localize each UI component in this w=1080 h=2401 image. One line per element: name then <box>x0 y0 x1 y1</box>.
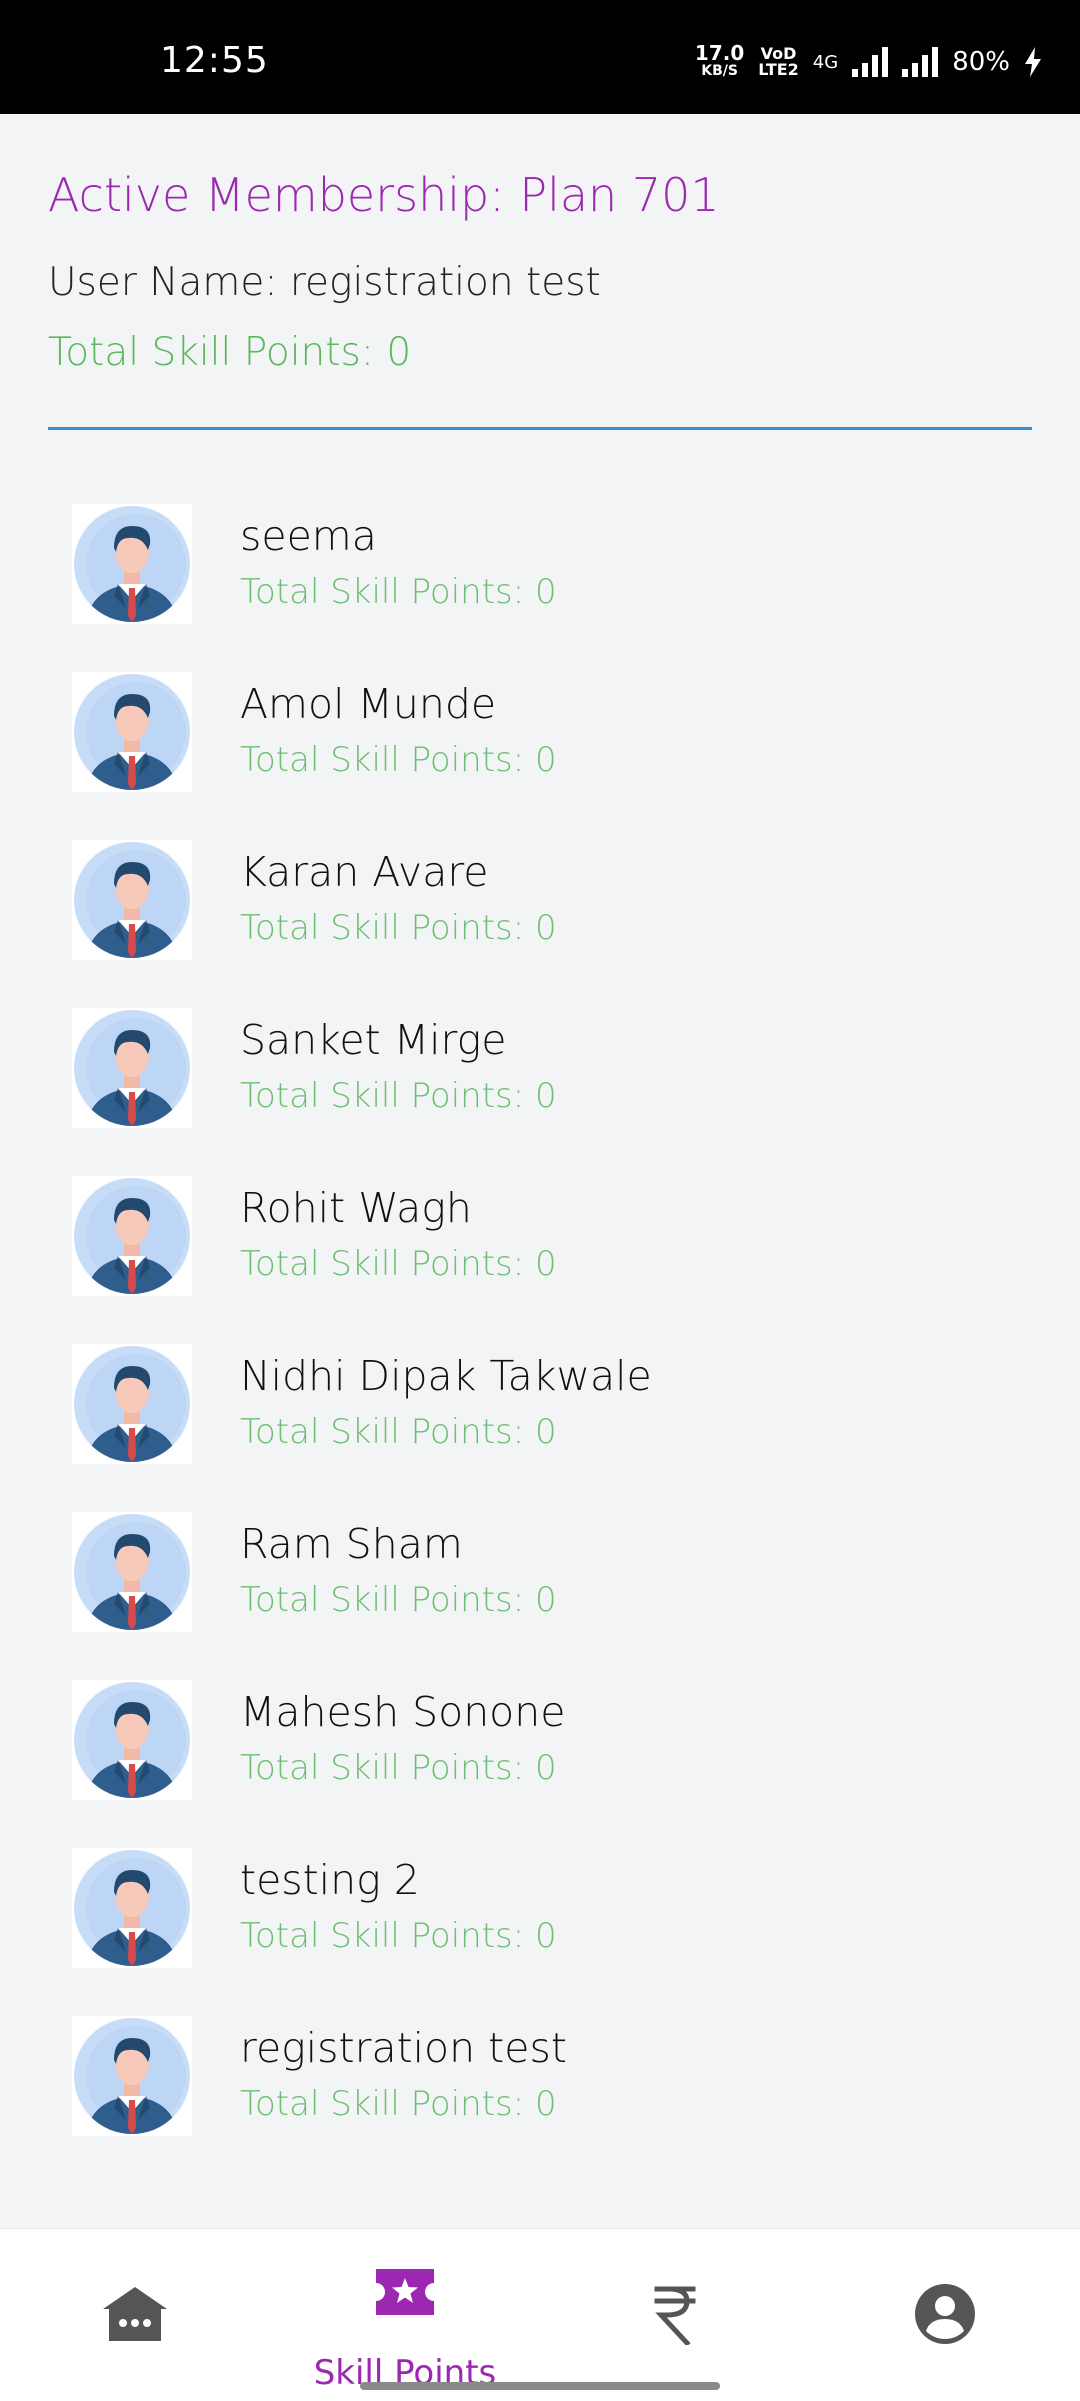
avatar <box>72 1008 192 1128</box>
member-skill-points: Total Skill Points: 0 <box>240 1412 557 1452</box>
status-icons: 17.0 KB/S VoD LTE2 4G 80% <box>694 41 1042 80</box>
member-skill-points: Total Skill Points: 0 <box>240 2084 557 2124</box>
member-skill-points: Total Skill Points: 0 <box>240 1748 557 1788</box>
signal-icon <box>852 47 889 77</box>
rupee-icon <box>654 2286 696 2345</box>
member-name: Karan Avare <box>240 848 489 896</box>
member-skill-points: Total Skill Points: 0 <box>240 1244 557 1284</box>
list-item[interactable]: Nidhi Dipak Takwale Total Skill Points: 0 <box>0 1332 1080 1500</box>
avatar <box>72 672 192 792</box>
list-item[interactable]: Amol Munde Total Skill Points: 0 <box>0 660 1080 828</box>
battery-level: 80% <box>952 47 1010 77</box>
total-skill-points: Total Skill Points: 0 <box>48 330 412 375</box>
user-name: User Name: registration test <box>48 260 601 305</box>
avatar <box>72 1344 192 1464</box>
member-name: Mahesh Sonone <box>240 1688 566 1736</box>
member-name: Sanket Mirge <box>240 1016 507 1064</box>
member-skill-points: Total Skill Points: 0 <box>240 1916 557 1956</box>
member-name: Amol Munde <box>240 680 497 728</box>
nav-profile[interactable] <box>810 2229 1080 2401</box>
avatar <box>72 1512 192 1632</box>
bottom-navigation: Skill Points <box>0 2228 1080 2401</box>
member-skill-points: Total Skill Points: 0 <box>240 572 557 612</box>
divider <box>48 427 1032 430</box>
list-item[interactable]: Karan Avare Total Skill Points: 0 <box>0 828 1080 996</box>
star-ticket-icon <box>376 2269 434 2315</box>
volte-bottom: LTE2 <box>758 60 799 79</box>
member-skill-points: Total Skill Points: 0 <box>240 740 557 780</box>
list-item[interactable]: seema Total Skill Points: 0 <box>0 492 1080 660</box>
member-name: seema <box>240 512 377 560</box>
nav-home[interactable] <box>0 2229 270 2401</box>
member-list: seema Total Skill Points: 0 Amol Munde Tot… <box>0 492 1080 2172</box>
list-item[interactable]: registration test Total Skill Points: 0 <box>0 2004 1080 2172</box>
status-bar: 12:55 17.0 KB/S VoD LTE2 4G 80% <box>0 0 1080 114</box>
avatar <box>72 1848 192 1968</box>
member-name: registration test <box>240 2024 567 2072</box>
volte-indicator: VoD LTE2 <box>758 46 799 78</box>
list-item[interactable]: testing 2 Total Skill Points: 0 <box>0 1836 1080 2004</box>
net-speed-value: 17.0 <box>694 41 745 65</box>
avatar <box>72 2016 192 2136</box>
avatar <box>72 504 192 624</box>
nav-payments[interactable] <box>540 2229 810 2401</box>
list-item[interactable]: Ram Sham Total Skill Points: 0 <box>0 1500 1080 1668</box>
list-item[interactable]: Mahesh Sonone Total Skill Points: 0 <box>0 1668 1080 1836</box>
member-skill-points: Total Skill Points: 0 <box>240 1076 557 1116</box>
net-type: 4G <box>812 51 839 73</box>
member-name: Rohit Wagh <box>240 1184 472 1232</box>
signal-icon-2 <box>902 47 939 77</box>
avatar <box>72 840 192 960</box>
list-item[interactable]: Sanket Mirge Total Skill Points: 0 <box>0 996 1080 1164</box>
net-speed: 17.0 KB/S <box>694 41 745 80</box>
net-speed-unit: KB/S <box>701 63 738 79</box>
gesture-home-bar[interactable] <box>360 2382 720 2390</box>
membership-title: Active Membership: Plan 701 <box>48 168 720 222</box>
charging-icon <box>1025 47 1041 77</box>
account-circle-icon <box>915 2284 975 2344</box>
member-name: Nidhi Dipak Takwale <box>240 1352 652 1400</box>
member-name: testing 2 <box>240 1856 420 1904</box>
status-time: 12:55 <box>160 40 269 81</box>
member-skill-points: Total Skill Points: 0 <box>240 908 557 948</box>
nav-skill-points[interactable]: Skill Points <box>270 2229 540 2401</box>
member-name: Ram Sham <box>240 1520 463 1568</box>
avatar <box>72 1176 192 1296</box>
home-icon <box>103 2287 167 2341</box>
avatar <box>72 1680 192 1800</box>
member-skill-points: Total Skill Points: 0 <box>240 1580 557 1620</box>
list-item[interactable]: Rohit Wagh Total Skill Points: 0 <box>0 1164 1080 1332</box>
